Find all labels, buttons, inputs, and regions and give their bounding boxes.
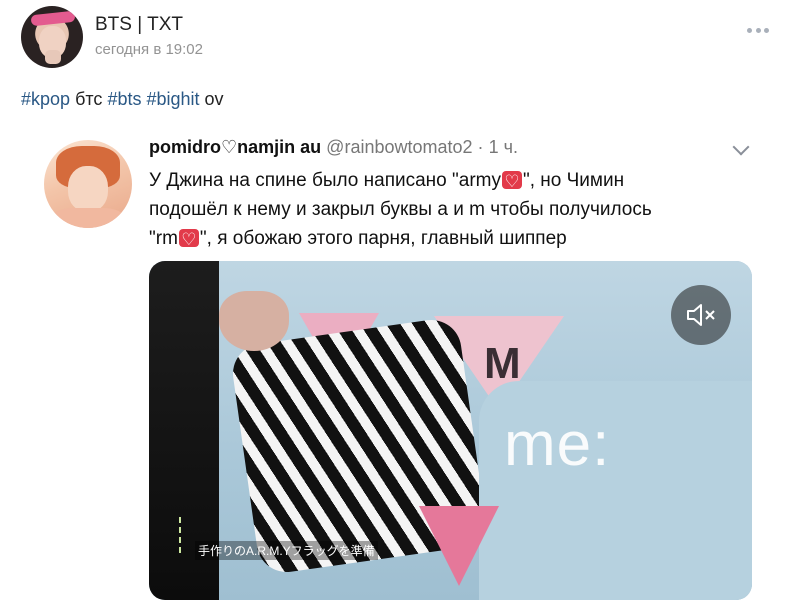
avatar-hand <box>45 50 61 64</box>
video-subtitle: 手作りのA.R.M.Yフラッグを準備 <box>195 541 378 560</box>
meme-caption: me: <box>504 410 611 479</box>
tweet-text-line-2: подошёл к нему и закрыл буквы а и m чтоб… <box>149 199 652 220</box>
post-word: бтс <box>75 89 103 109</box>
tweet-time-separator: · <box>477 137 484 157</box>
avatar-shirt <box>52 208 124 228</box>
red-heart-emoji <box>501 168 522 197</box>
tweet-author-avatar <box>44 140 132 228</box>
post-header: BTS | TXT сегодня в 19:02 <box>0 0 798 80</box>
avatar-face <box>68 166 108 212</box>
mute-button[interactable] <box>671 285 731 345</box>
hand <box>219 291 289 351</box>
tweet-text-part: У Джина на спине было написано "army <box>149 170 501 191</box>
post-text: #kpop бтс #bts #bighit ov <box>21 89 224 110</box>
hashtag-bighit[interactable]: #bighit <box>146 89 199 109</box>
tweet-text-line-1: У Джина на спине было написано "army ", н… <box>149 166 749 197</box>
more-dots-icon[interactable] <box>747 26 769 34</box>
red-heart-emoji <box>178 226 199 255</box>
dot <box>755 27 761 33</box>
tweet-text-part: ", я обожаю этого парня, главный шиппер <box>199 228 567 249</box>
tweet-video[interactable]: R M me: 手作りのA.R.M.Yフラッグを準備 <box>149 261 752 600</box>
dot <box>747 27 752 33</box>
group-avatar[interactable] <box>21 6 83 68</box>
tweet-author-handle: @rainbowtomato2 <box>326 137 473 157</box>
speaker-muted-icon <box>687 304 715 326</box>
tweet-text-part: ", но Чимин <box>522 170 625 191</box>
dot <box>764 27 769 33</box>
flag-pennant <box>419 506 499 586</box>
tweet-text-part: "rm <box>149 228 178 249</box>
tweet-author-line: pomidro♡namjin au @rainbowtomato2 · 1 ч. <box>149 137 518 158</box>
hashtag-bts[interactable]: #bts <box>107 89 141 109</box>
tweet-text: У Джина на спине было написано "army ", н… <box>149 166 749 255</box>
group-name-link[interactable]: BTS | TXT <box>95 14 183 36</box>
tweet-author-name: pomidro♡namjin au <box>149 137 322 157</box>
post-word: ov <box>204 89 224 109</box>
hashtag-kpop[interactable]: #kpop <box>21 89 70 109</box>
avatar-headband <box>30 10 76 27</box>
chevron-down-icon <box>732 138 750 156</box>
post-time[interactable]: сегодня в 19:02 <box>95 41 203 58</box>
tweet-time: 1 ч. <box>488 137 518 157</box>
tweet-text-line-3: "rm ", я обожаю этого парня, главный шипп… <box>149 224 749 255</box>
